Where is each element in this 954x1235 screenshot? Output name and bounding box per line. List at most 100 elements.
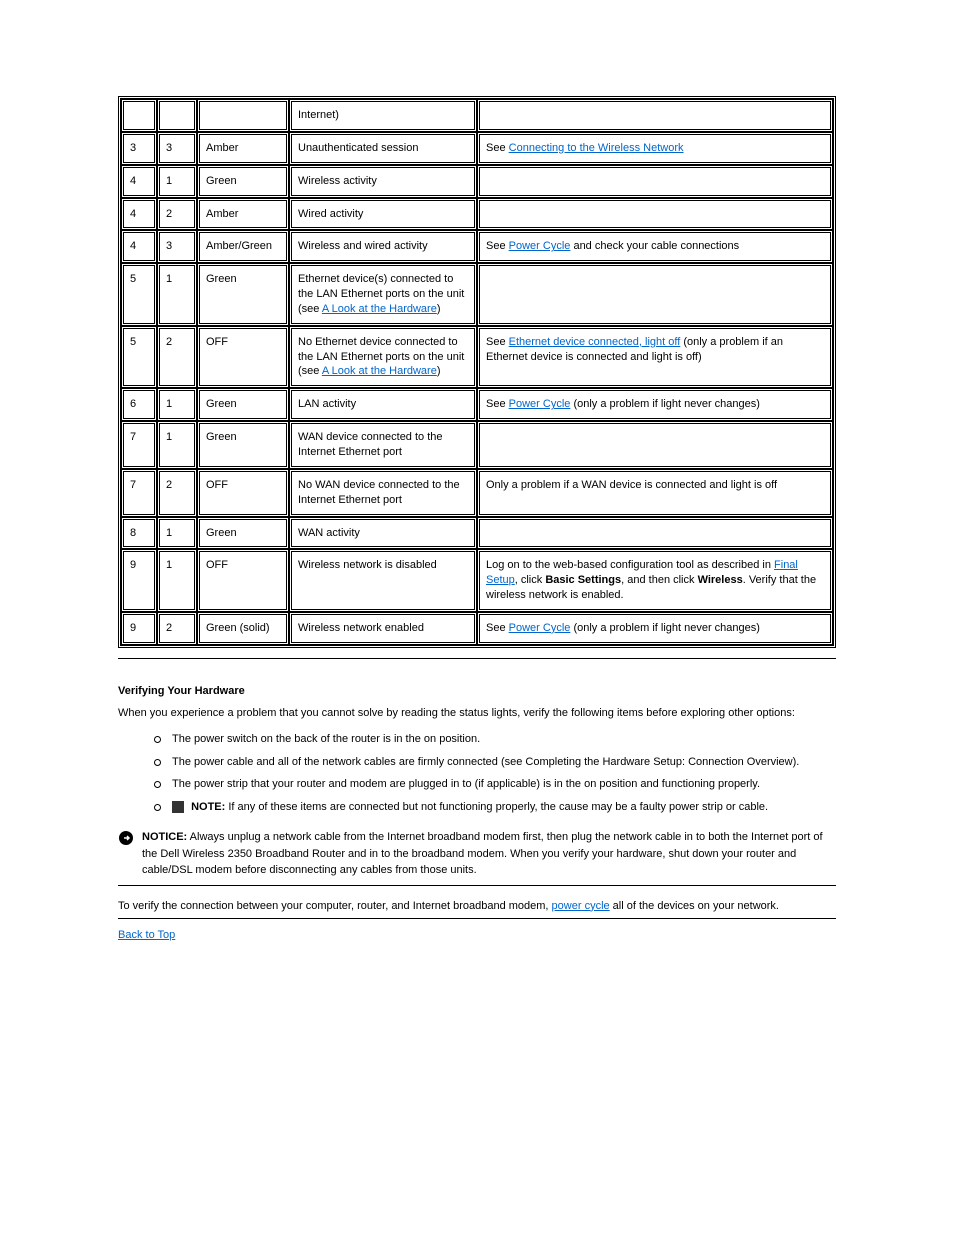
table-row: 51GreenEthernet device(s) connected to t… [121,263,833,326]
col-mode: 2 [157,198,197,231]
col-mode: 2 [157,326,197,389]
table-row: 71GreenWAN device connected to the Inter… [121,421,833,469]
intro-text: When you experience a problem that you c… [118,705,836,722]
action-link[interactable]: Connecting to the Wireless Network [509,142,684,154]
col-light: 7 [121,421,157,469]
list-item: The power switch on the back of the rout… [154,731,836,748]
col-mode: 1 [157,165,197,198]
col-desc: Ethernet device(s) connected to the LAN … [289,263,477,326]
back-to-top-link[interactable]: Back to Top [118,929,175,941]
desc-link[interactable]: A Look at the Hardware [322,365,437,377]
col-desc: WAN activity [289,517,477,550]
col-action: Log on to the web-based configuration to… [477,549,833,612]
col-desc: No Ethernet device connected to the LAN … [289,326,477,389]
col-mode: 1 [157,263,197,326]
col-light: 9 [121,549,157,612]
col-light: 8 [121,517,157,550]
col-desc: Wireless network is disabled [289,549,477,612]
col-light [121,99,157,132]
col-mode: 1 [157,517,197,550]
col-mode: 2 [157,612,197,645]
verify-connection-text: To verify the connection between your co… [118,898,836,915]
col-desc: LAN activity [289,388,477,421]
action-link[interactable]: Power Cycle [509,398,571,410]
col-action: See Ethernet device connected, light off… [477,326,833,389]
col-color: Green [197,517,289,550]
col-mode: 1 [157,549,197,612]
col-color: Green [197,165,289,198]
col-desc: Wireless network enabled [289,612,477,645]
power-cycle-link[interactable]: power cycle [552,900,610,912]
list-item: The power strip that your router and mod… [154,776,836,793]
col-light: 5 [121,263,157,326]
col-action: See Power Cycle (only a problem if light… [477,612,833,645]
col-action: See Power Cycle and check your cable con… [477,230,833,263]
table-row: 52OFFNo Ethernet device connected to the… [121,326,833,389]
col-mode: 3 [157,230,197,263]
notice-label: NOTICE: [142,831,187,843]
col-color: Amber [197,132,289,165]
col-desc: Wired activity [289,198,477,231]
col-desc: Wireless and wired activity [289,230,477,263]
col-action: See Power Cycle (only a problem if light… [477,388,833,421]
col-light: 6 [121,388,157,421]
col-action: See Connecting to the Wireless Network [477,132,833,165]
col-color: OFF [197,326,289,389]
col-action [477,421,833,469]
action-link[interactable]: Final Setup [486,559,798,586]
col-light: 9 [121,612,157,645]
table-row: 72OFFNo WAN device connected to the Inte… [121,469,833,517]
col-light: 7 [121,469,157,517]
action-link[interactable]: Ethernet device connected, light off [509,336,681,348]
col-mode: 2 [157,469,197,517]
notice-block: NOTICE: Always unplug a network cable fr… [118,829,836,879]
col-mode: 1 [157,388,197,421]
list-item: NOTE: If any of these items are connecte… [154,799,836,816]
col-color: Green (solid) [197,612,289,645]
section-heading: Verifying Your Hardware [118,685,836,697]
col-action [477,517,833,550]
col-action [477,99,833,132]
col-action [477,263,833,326]
col-color: Green [197,421,289,469]
col-mode [157,99,197,132]
col-color: Green [197,263,289,326]
col-color: Amber/Green [197,230,289,263]
col-color: Amber [197,198,289,231]
col-light: 4 [121,230,157,263]
col-mode: 1 [157,421,197,469]
table-row: 61GreenLAN activitySee Power Cycle (only… [121,388,833,421]
table-row: 42AmberWired activity [121,198,833,231]
status-table: Internet)33AmberUnauthenticated sessionS… [118,96,836,648]
notice-text: Always unplug a network cable from the I… [142,831,823,876]
notice-icon [118,830,134,846]
col-action [477,198,833,231]
table-row: Internet) [121,99,833,132]
col-color: Green [197,388,289,421]
table-row: 41GreenWireless activity [121,165,833,198]
col-light: 5 [121,326,157,389]
list-item: The power cable and all of the network c… [154,754,836,771]
col-color: OFF [197,549,289,612]
col-mode: 3 [157,132,197,165]
col-desc: No WAN device connected to the Internet … [289,469,477,517]
col-desc: Wireless activity [289,165,477,198]
desc-link[interactable]: A Look at the Hardware [322,303,437,315]
table-row: 92Green (solid)Wireless network enabledS… [121,612,833,645]
divider [118,658,836,659]
action-link[interactable]: Power Cycle [509,240,571,252]
col-color: OFF [197,469,289,517]
col-light: 4 [121,198,157,231]
divider [118,918,836,919]
col-desc: Internet) [289,99,477,132]
col-action [477,165,833,198]
table-row: 33AmberUnauthenticated sessionSee Connec… [121,132,833,165]
note-icon [172,801,184,813]
action-link[interactable]: Power Cycle [509,622,571,634]
notes-list: The power switch on the back of the rout… [154,731,836,815]
divider [118,885,836,886]
col-desc: WAN device connected to the Internet Eth… [289,421,477,469]
col-color [197,99,289,132]
col-action: Only a problem if a WAN device is connec… [477,469,833,517]
table-row: 81GreenWAN activity [121,517,833,550]
